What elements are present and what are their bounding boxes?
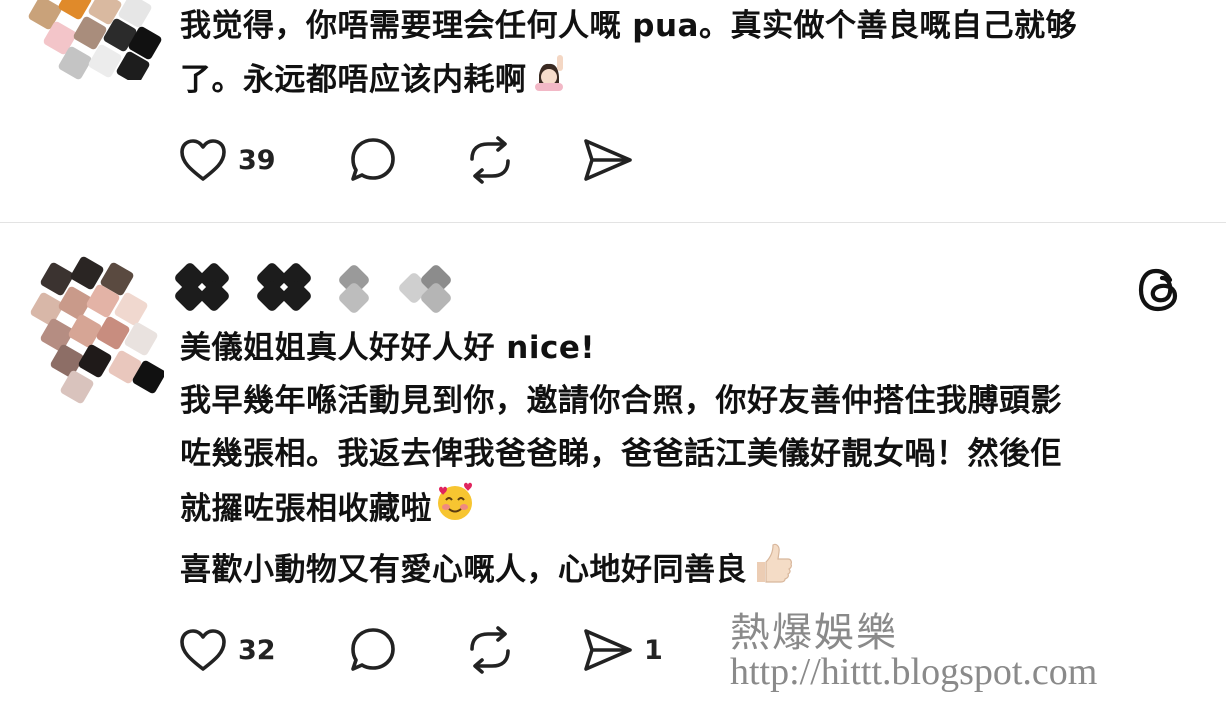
threads-comment-screen: 我觉得，你唔需要理会任何人嘅 pua。真实做个善良嘅自己就够 了。永远都唔应该内… [0, 0, 1226, 701]
comment-line: 咗幾張相。我返去俾我爸爸睇，爸爸話江美儀好靚女喎！然後佢 [180, 436, 1062, 472]
comment-icon [351, 628, 395, 671]
comment-line: 喜歡小動物又有愛心嘅人，心地好同善良 [180, 540, 1062, 603]
send-icon [584, 629, 632, 671]
repost-button[interactable] [464, 624, 516, 676]
comment-text: 我觉得，你唔需要理会任何人嘅 pua。真实做个善良嘅自己就够 了。永远都唔应该内… [180, 0, 1077, 110]
comment-line: 我早幾年喺活動見到你，邀請你合照，你好友善仲搭住我膊頭影 [180, 383, 1062, 419]
like-count: 32 [238, 634, 276, 666]
smiling-face-with-hearts-emoji [434, 481, 476, 540]
comment-text: 美儀姐姐真人好好人好 nice! 我早幾年喺活動見到你，邀請你合照，你好友善仲搭… [180, 322, 1062, 603]
reply-button[interactable] [348, 624, 398, 676]
like-button[interactable]: 32 [178, 624, 276, 676]
like-button[interactable]: 39 [178, 134, 276, 186]
avatar[interactable] [24, 256, 164, 406]
heart-icon [180, 629, 226, 671]
watermark-url: http://hittt.blogspot.com [730, 651, 1098, 693]
comment-line: 了。永远都唔应该内耗啊 [180, 53, 1077, 110]
username[interactable] [172, 261, 453, 315]
send-icon [584, 139, 632, 181]
share-count: 1 [644, 634, 663, 666]
comment-line: 就攞咗張相收藏啦 [180, 481, 1062, 540]
comment-line: 美儀姐姐真人好好人好 nice! [180, 330, 596, 366]
reply-button[interactable] [348, 134, 398, 186]
like-count: 39 [238, 144, 276, 176]
threads-logo-icon[interactable] [1136, 266, 1182, 318]
repost-icon [470, 136, 510, 184]
heart-icon [180, 139, 226, 181]
share-button[interactable] [582, 134, 634, 186]
thumbs-up-emoji [749, 540, 795, 603]
post-divider [0, 222, 1226, 223]
share-button[interactable]: 1 [582, 624, 663, 676]
comment-icon [351, 138, 395, 181]
repost-button[interactable] [464, 134, 516, 186]
avatar[interactable] [22, 0, 162, 80]
person-raising-hand-emoji [529, 53, 569, 110]
repost-icon [470, 626, 510, 674]
comment-line: 我觉得，你唔需要理会任何人嘅 pua。真实做个善良嘅自己就够 [180, 8, 1077, 44]
